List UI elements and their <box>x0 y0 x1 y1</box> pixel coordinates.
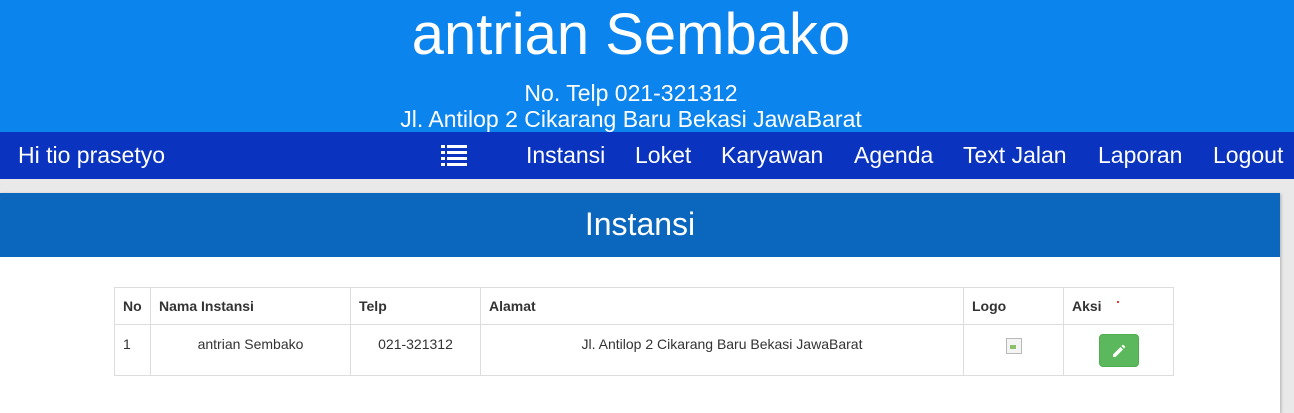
column-header-telp: Telp <box>350 287 481 325</box>
cell-no: 1 <box>114 324 151 376</box>
nav-laporan[interactable]: Laporan <box>1098 142 1182 168</box>
red-dot-artifact <box>1117 301 1119 303</box>
nav-agenda[interactable]: Agenda <box>854 142 933 168</box>
table-header-row: No Nama Instansi Telp Alamat Logo Aksi <box>114 287 1174 325</box>
site-title: antrian Sembako <box>411 2 851 67</box>
nav-instansi[interactable]: Instansi <box>526 142 605 168</box>
nav-loket[interactable]: Loket <box>635 142 691 168</box>
nav-logout[interactable]: Logout <box>1213 142 1283 168</box>
panel-heading: Instansi <box>0 193 1280 257</box>
column-header-alamat: Alamat <box>480 287 964 325</box>
column-header-nama-instansi: Nama Instansi <box>150 287 351 325</box>
cell-logo <box>963 324 1064 376</box>
nav-karyawan[interactable]: Karyawan <box>721 142 823 168</box>
instansi-panel: Instansi No Nama Instansi Telp Alamat Lo… <box>0 193 1280 413</box>
nav-text-jalan[interactable]: Text Jalan <box>963 142 1067 168</box>
column-header-logo: Logo <box>963 287 1064 325</box>
table-row: 1 antrian Sembako 021-321312 Jl. Antilop… <box>114 324 1174 376</box>
cell-alamat: Jl. Antilop 2 Cikarang Baru Bekasi JawaB… <box>480 324 964 376</box>
edit-button[interactable] <box>1098 334 1139 367</box>
broken-image-icon <box>1005 338 1022 354</box>
user-greeting: Hi tio prasetyo <box>18 142 166 168</box>
pencil-icon <box>1112 344 1125 357</box>
cell-aksi <box>1063 324 1174 376</box>
main-navbar: Hi tio prasetyo Instansi Loket Karyawan … <box>0 132 1294 179</box>
instansi-table: No Nama Instansi Telp Alamat Logo Aksi 1… <box>114 287 1174 376</box>
column-header-aksi: Aksi <box>1063 287 1174 325</box>
cell-telp: 021-321312 <box>350 324 481 376</box>
cell-nama-instansi: antrian Sembako <box>150 324 351 376</box>
site-address: Jl. Antilop 2 Cikarang Baru Bekasi JawaB… <box>400 106 862 132</box>
site-header: antrian Sembako No. Telp 021-321312 Jl. … <box>0 0 1294 132</box>
site-phone: No. Telp 021-321312 <box>524 80 738 106</box>
list-icon[interactable] <box>441 144 467 166</box>
column-header-no: No <box>114 287 151 325</box>
